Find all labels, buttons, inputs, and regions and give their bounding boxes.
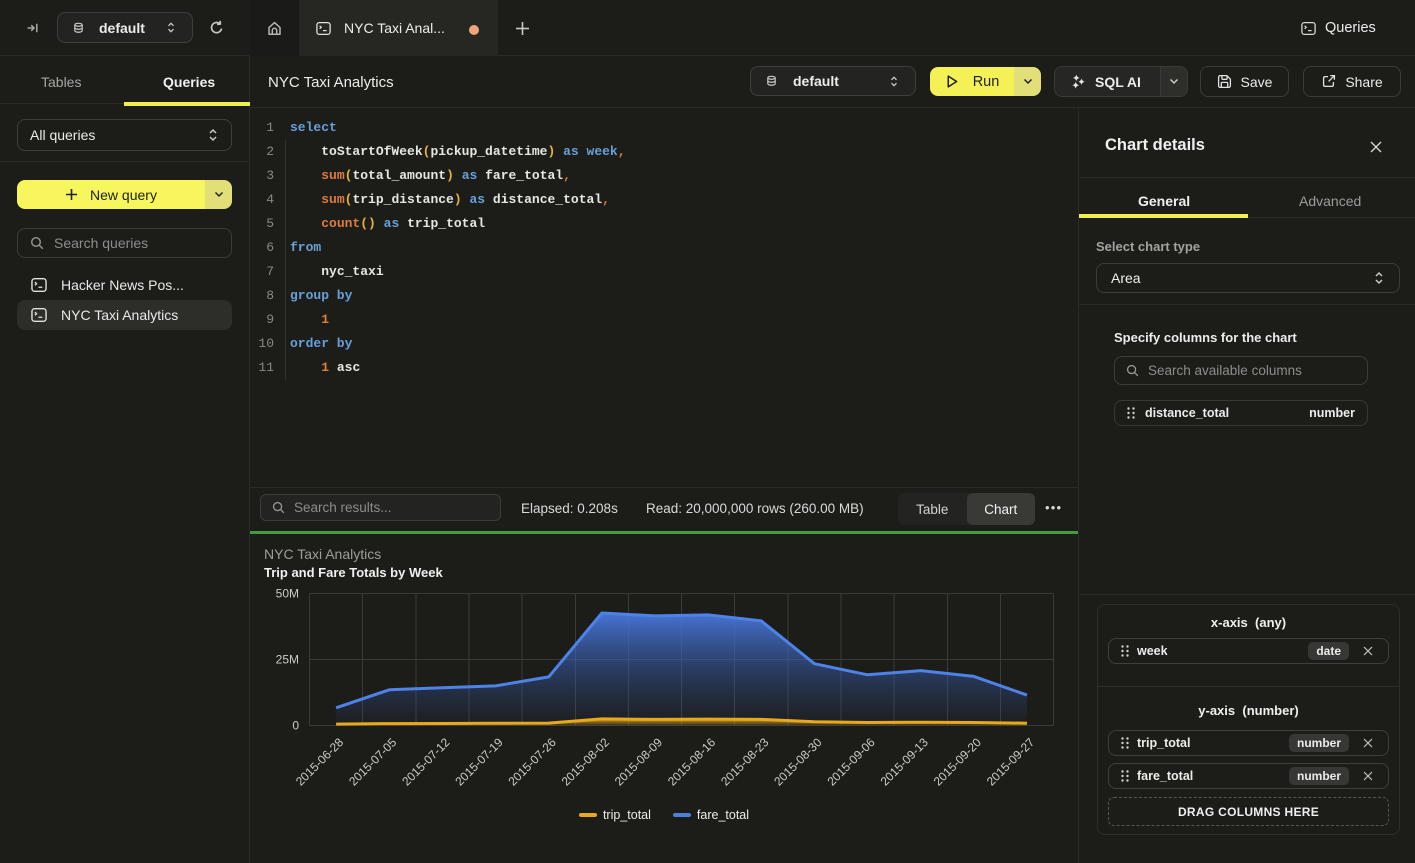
- svg-text:2015-09-06: 2015-09-06: [824, 735, 878, 789]
- svg-text:2015-07-05: 2015-07-05: [346, 735, 400, 789]
- svg-text:2015-09-27: 2015-09-27: [984, 735, 1038, 789]
- svg-text:2015-08-23: 2015-08-23: [718, 735, 772, 789]
- svg-text:2015-07-19: 2015-07-19: [452, 735, 506, 789]
- svg-text:2015-08-30: 2015-08-30: [771, 735, 825, 789]
- svg-text:2015-07-26: 2015-07-26: [506, 735, 560, 789]
- svg-text:2015-06-28: 2015-06-28: [293, 735, 347, 789]
- svg-text:2015-08-09: 2015-08-09: [612, 735, 666, 789]
- svg-text:2015-08-02: 2015-08-02: [559, 735, 613, 789]
- svg-text:2015-08-16: 2015-08-16: [665, 735, 719, 789]
- svg-text:0: 0: [292, 719, 299, 733]
- svg-text:2015-09-13: 2015-09-13: [878, 735, 932, 789]
- svg-text:2015-09-20: 2015-09-20: [931, 735, 985, 789]
- svg-text:50M: 50M: [276, 587, 299, 601]
- svg-text:25M: 25M: [276, 653, 299, 667]
- svg-text:2015-07-12: 2015-07-12: [399, 735, 453, 789]
